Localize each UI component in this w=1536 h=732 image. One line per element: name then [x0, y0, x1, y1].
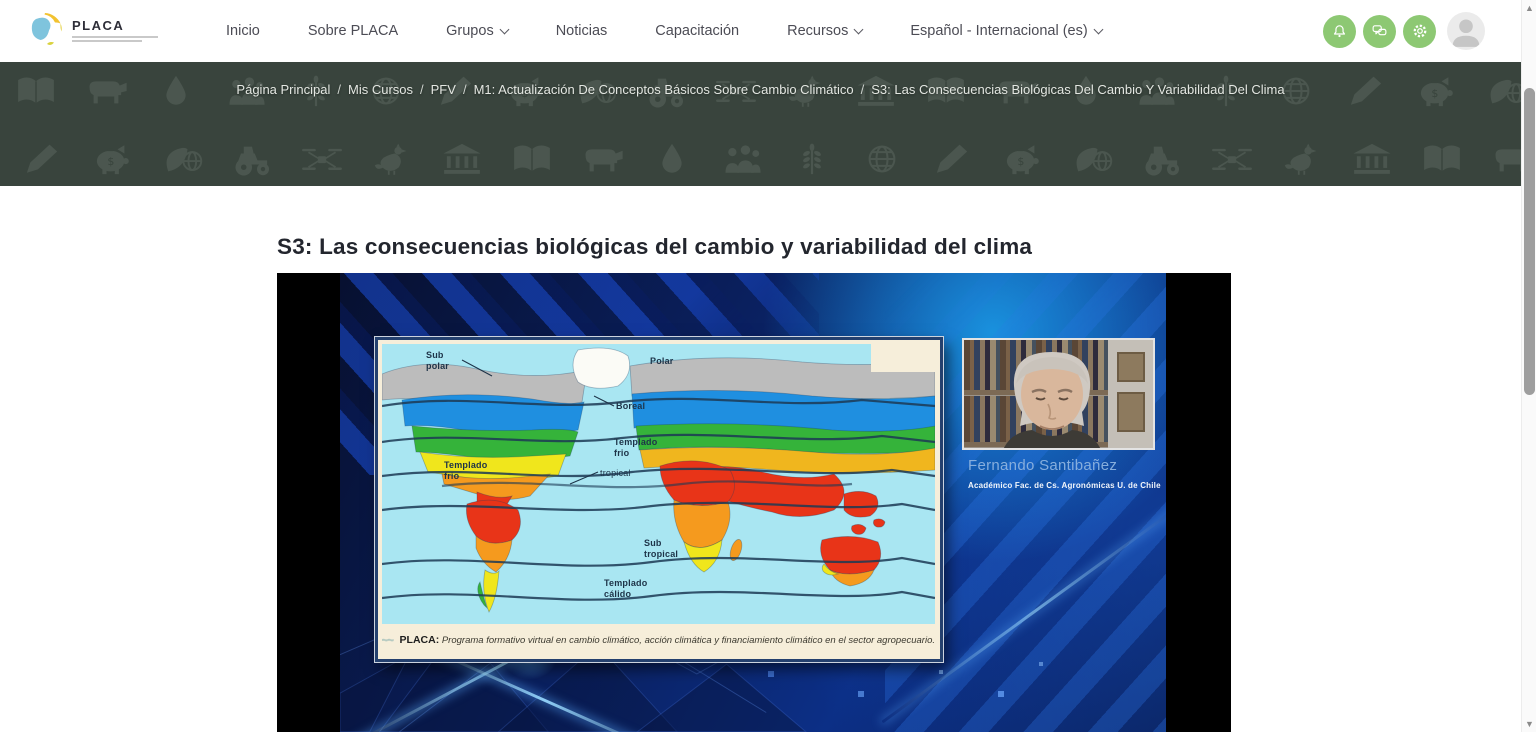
user-avatar[interactable]	[1447, 12, 1485, 50]
nav-item-inicio[interactable]: Inicio	[202, 13, 284, 49]
bank-icon	[1350, 140, 1394, 178]
brand-name: PLACA	[72, 18, 158, 33]
video-pillarbox-right	[1166, 273, 1231, 732]
breadcrumb-item-m1[interactable]: M1: Actualización De Conceptos Básicos S…	[474, 82, 854, 97]
nav-item-language[interactable]: Español - Internacional (es)	[886, 13, 1125, 49]
leaf-globe-icon	[160, 140, 204, 178]
video-pillarbox-left	[277, 273, 340, 732]
notifications-button[interactable]	[1323, 15, 1356, 48]
breadcrumb-item-pfv[interactable]: PFV	[431, 82, 456, 97]
banner-icon-row-2	[20, 140, 1521, 178]
scroll-down-arrow[interactable]: ▼	[1522, 719, 1536, 729]
map-corner-box	[871, 344, 935, 372]
placa-course-page: $ PLACA Inicio Sobre PLACA Grupos	[0, 0, 1536, 732]
chicken-icon	[370, 140, 414, 178]
messages-button[interactable]	[1363, 15, 1396, 48]
pencil-icon	[20, 140, 64, 178]
book-icon	[510, 140, 554, 178]
breadcrumb-item-home[interactable]: Página Principal	[236, 82, 330, 97]
map-label-templado-frio-right: Templado frio	[614, 437, 668, 458]
pencil-icon	[930, 140, 974, 178]
chicken-icon	[1280, 140, 1324, 178]
page-scrollbar[interactable]: ▲ ▼	[1521, 0, 1536, 732]
presenter-title: Académico Fac. de Cs. Agronómicas U. de …	[968, 481, 1161, 490]
top-navigation-bar: PLACA Inicio Sobre PLACA Grupos Noticias…	[0, 0, 1521, 62]
placa-logo[interactable]: PLACA	[24, 11, 158, 51]
presenter-face	[992, 346, 1112, 450]
map-label-tropical: tropical	[600, 468, 631, 479]
video-player[interactable]: Sub polar Polar Boreal Templado frio tro…	[277, 273, 1231, 732]
world-climate-map: Sub polar Polar Boreal Templado frio tro…	[382, 344, 935, 627]
brand-tagline-lines	[72, 36, 158, 42]
wall-frame	[1117, 352, 1145, 382]
book-icon	[1420, 140, 1464, 178]
dotted-wave-pattern	[382, 625, 394, 655]
people-icon	[720, 140, 764, 178]
user-silhouette-icon	[1447, 12, 1485, 50]
chevron-down-icon	[854, 24, 864, 34]
tractor-icon	[1140, 140, 1184, 178]
nav-item-grupos[interactable]: Grupos	[422, 13, 532, 49]
main-nav: Inicio Sobre PLACA Grupos Noticias Capac…	[202, 13, 1126, 49]
piggy-bank-icon	[1000, 140, 1044, 178]
chevron-down-icon	[499, 24, 509, 34]
map-label-templado-frio-left: Templado frio	[444, 460, 498, 481]
globe-icon	[860, 140, 904, 178]
slide-caption-bar: PLACA: Programa formativo virtual en cam…	[382, 624, 935, 655]
gear-icon	[1411, 22, 1429, 40]
map-label-polar: Polar	[650, 356, 674, 367]
drone-icon	[300, 140, 344, 178]
chevron-down-icon	[1093, 24, 1103, 34]
nav-item-noticias[interactable]: Noticias	[532, 13, 632, 49]
placa-logo-icon	[24, 11, 64, 51]
presenter-webcam	[962, 338, 1155, 450]
map-label-templado-calido: Templado cálido	[604, 578, 658, 599]
slide-caption: PLACA: Programa formativo virtual en cam…	[400, 634, 935, 646]
cow-icon	[1490, 140, 1521, 178]
bank-icon	[440, 140, 484, 178]
breadcrumb-item-mis-cursos[interactable]: Mis Cursos	[348, 82, 413, 97]
bell-icon	[1331, 23, 1348, 40]
climate-map-graphic	[382, 344, 935, 627]
scrollbar-thumb[interactable]	[1524, 88, 1535, 395]
slide-caption-text: Programa formativo virtual en cambio cli…	[442, 635, 935, 646]
header-actions	[1323, 12, 1485, 50]
page-title: S3: Las consecuencias biológicas del cam…	[277, 234, 1032, 260]
nav-item-sobre-placa[interactable]: Sobre PLACA	[284, 13, 422, 49]
chat-bubbles-icon	[1371, 23, 1388, 40]
breadcrumb-banner: Página Principal/Mis Cursos/PFV/M1: Actu…	[0, 62, 1521, 186]
slide-caption-brand: PLACA:	[400, 634, 440, 646]
breadcrumb-item-s3[interactable]: S3: Las Consecuencias Biológicas Del Cam…	[871, 82, 1284, 97]
climate-map-slide: Sub polar Polar Boreal Templado frio tro…	[375, 337, 943, 662]
presenter-name: Fernando Santibañez	[968, 457, 1117, 474]
breadcrumb: Página Principal/Mis Cursos/PFV/M1: Actu…	[0, 82, 1521, 97]
piggy-bank-icon	[90, 140, 134, 178]
nav-item-recursos[interactable]: Recursos	[763, 13, 886, 49]
leaf-globe-icon	[1070, 140, 1114, 178]
settings-button[interactable]	[1403, 15, 1436, 48]
video-slide: Sub polar Polar Boreal Templado frio tro…	[340, 273, 1166, 732]
tractor-icon	[230, 140, 274, 178]
map-label-sub-tropical: Sub tropical	[644, 538, 674, 559]
cow-icon	[580, 140, 624, 178]
wheat-icon	[790, 140, 834, 178]
droplet-icon	[650, 140, 694, 178]
map-label-sub-polar: Sub polar	[426, 350, 460, 371]
wall-frame	[1117, 392, 1145, 432]
scroll-up-arrow[interactable]: ▲	[1522, 3, 1536, 13]
sparkle-dots	[340, 273, 342, 275]
drone-icon	[1210, 140, 1254, 178]
map-label-boreal: Boreal	[616, 401, 645, 412]
nav-item-capacitacion[interactable]: Capacitación	[631, 13, 763, 49]
